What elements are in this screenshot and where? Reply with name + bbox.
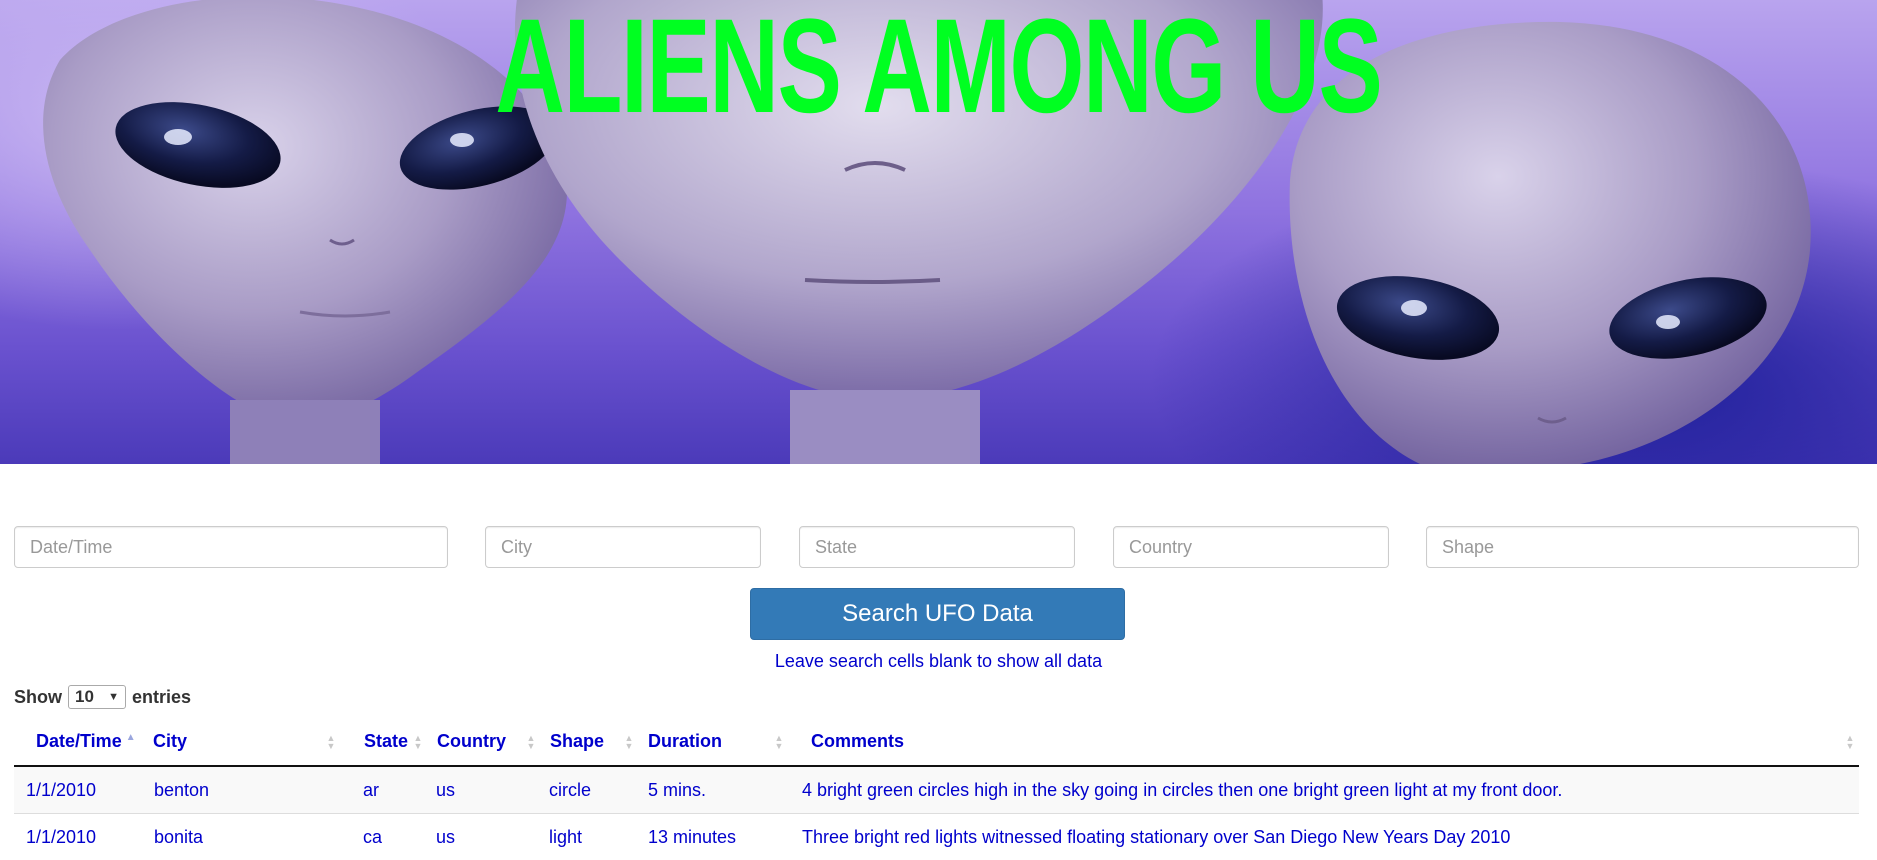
entries-per-page-select[interactable]: 10 ▼: [68, 685, 126, 709]
show-label: Show: [14, 687, 62, 708]
column-header-label: Country: [437, 731, 506, 751]
column-header-shape[interactable]: Shape ▲▼: [540, 718, 638, 766]
cell-comments: Three bright red lights witnessed floati…: [788, 814, 1859, 860]
cell-country: us: [427, 766, 540, 814]
cell-datetime: 1/1/2010: [14, 766, 143, 814]
column-header-duration[interactable]: Duration ▲▼: [638, 718, 788, 766]
cell-city: benton: [143, 766, 340, 814]
table-row: 1/1/2010 bonita ca us light 13 minutes T…: [14, 814, 1859, 860]
search-filters: [0, 526, 1877, 570]
column-header-country[interactable]: Country ▲▼: [427, 718, 540, 766]
column-header-label: Comments: [811, 731, 904, 751]
country-filter-input[interactable]: [1113, 526, 1389, 568]
entries-label: entries: [132, 687, 191, 708]
datetime-filter-input[interactable]: [14, 526, 448, 568]
hero-banner: ALIENS AMONG US: [0, 0, 1877, 464]
entries-per-page-value: 10: [75, 687, 94, 707]
cell-datetime: 1/1/2010: [14, 814, 143, 860]
cell-duration: 13 minutes: [638, 814, 788, 860]
sort-both-icon: ▲▼: [526, 734, 536, 750]
shape-filter-input[interactable]: [1426, 526, 1859, 568]
page-title: ALIENS AMONG US: [263, 0, 1614, 142]
ufo-data-table: Date/Time ▲ City ▲▼ State ▲▼ Country ▲▼ S…: [14, 718, 1859, 860]
column-header-state[interactable]: State ▲▼: [340, 718, 427, 766]
sort-both-icon: ▲▼: [1845, 734, 1855, 750]
cell-shape: circle: [540, 766, 638, 814]
chevron-down-icon: ▼: [108, 691, 119, 703]
entries-length-control: Show 10 ▼ entries: [14, 684, 191, 710]
sort-both-icon: ▲▼: [774, 734, 784, 750]
cell-comments: 4 bright green circles high in the sky g…: [788, 766, 1859, 814]
search-ufo-data-button[interactable]: Search UFO Data: [750, 588, 1125, 640]
search-hint-text: Leave search cells blank to show all dat…: [0, 651, 1877, 672]
ufo-data-table-wrapper: Date/Time ▲ City ▲▼ State ▲▼ Country ▲▼ S…: [14, 718, 1859, 860]
column-header-label: Duration: [648, 731, 722, 751]
column-header-label: City: [153, 731, 187, 751]
cell-state: ca: [340, 814, 427, 860]
state-filter-input[interactable]: [799, 526, 1075, 568]
cell-duration: 5 mins.: [638, 766, 788, 814]
column-header-label: State: [364, 731, 408, 751]
sort-ascending-icon: ▲: [126, 732, 136, 743]
column-header-city[interactable]: City ▲▼: [143, 718, 340, 766]
sort-both-icon: ▲▼: [624, 734, 634, 750]
column-header-label: Shape: [550, 731, 604, 751]
cell-city: bonita: [143, 814, 340, 860]
table-row: 1/1/2010 benton ar us circle 5 mins. 4 b…: [14, 766, 1859, 814]
cell-shape: light: [540, 814, 638, 860]
cell-country: us: [427, 814, 540, 860]
column-header-comments[interactable]: Comments ▲▼: [788, 718, 1859, 766]
column-header-datetime[interactable]: Date/Time ▲: [14, 718, 143, 766]
cell-state: ar: [340, 766, 427, 814]
column-header-label: Date/Time: [36, 731, 122, 751]
sort-both-icon: ▲▼: [326, 734, 336, 750]
city-filter-input[interactable]: [485, 526, 761, 568]
sort-both-icon: ▲▼: [413, 734, 423, 750]
table-header-row: Date/Time ▲ City ▲▼ State ▲▼ Country ▲▼ S…: [14, 718, 1859, 766]
